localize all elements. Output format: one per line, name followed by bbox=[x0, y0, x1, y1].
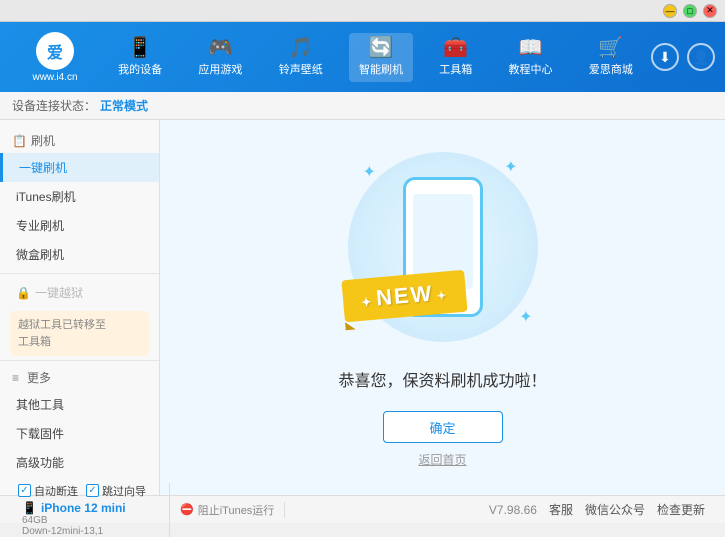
main-layout: 📋 刷机 一键刷机 iTunes刷机 专业刷机 微盒刷机 🔒 一键越狱 越狱工具… bbox=[0, 120, 725, 495]
service-link[interactable]: 客服 bbox=[549, 501, 573, 518]
status-bar: 设备连接状态： 正常模式 bbox=[0, 92, 725, 120]
sparkle-topright: ✦ bbox=[504, 157, 517, 177]
mydevice-icon: 📱 bbox=[128, 38, 153, 58]
minimize-button[interactable]: — bbox=[663, 4, 677, 18]
checkbox-autodisconnect-label: 自动断连 bbox=[34, 483, 78, 499]
nav-toolbox-label: 工具箱 bbox=[439, 61, 472, 77]
nav-smartflash[interactable]: 🔄 智能刷机 bbox=[349, 33, 413, 82]
sidebar: 📋 刷机 一键刷机 iTunes刷机 专业刷机 微盒刷机 🔒 一键越狱 越狱工具… bbox=[0, 120, 160, 495]
stop-itunes-button[interactable]: ⛔ 阻止iTunes运行 bbox=[180, 502, 274, 518]
nav-wallpaper-label: 铃声壁纸 bbox=[279, 61, 323, 77]
logo-icon: 爱 bbox=[36, 32, 74, 70]
bottom-status-area: V7.98.66 客服 微信公众号 检查更新 bbox=[479, 501, 715, 518]
sidebar-item-firmware[interactable]: 下载固件 bbox=[0, 419, 159, 448]
status-label: 设备连接状态： bbox=[12, 97, 96, 114]
stop-icon: ⛔ bbox=[180, 503, 194, 516]
stop-itunes-area: ⛔ 阻止iTunes运行 bbox=[170, 502, 285, 518]
sidebar-item-tools[interactable]: 其他工具 bbox=[0, 390, 159, 419]
logo-text: www.i4.cn bbox=[32, 72, 77, 83]
wechat-link[interactable]: 微信公众号 bbox=[585, 501, 645, 518]
nav-store[interactable]: 🛒 爱思商城 bbox=[579, 33, 643, 82]
sparkle-topleft: ✦ bbox=[363, 162, 376, 182]
checkboxes: ✓ 自动断连 ✓ 跳过向导 bbox=[18, 483, 161, 499]
smartflash-icon: 🔄 bbox=[369, 38, 394, 58]
checkbox-skipwizard[interactable]: ✓ 跳过向导 bbox=[86, 483, 146, 499]
new-text: ✦NEW✦ bbox=[360, 279, 449, 312]
checkbox-skipwizard-label: 跳过向导 bbox=[102, 483, 146, 499]
sidebar-item-jailbreak: 🔒 一键越狱 bbox=[0, 278, 159, 307]
checkbox-autodisconnect[interactable]: ✓ 自动断连 bbox=[18, 483, 78, 499]
nav-mydevice-label: 我的设备 bbox=[118, 61, 162, 77]
sidebar-section-flash: 📋 刷机 bbox=[0, 128, 159, 153]
tutorial-icon: 📖 bbox=[518, 38, 543, 58]
sidebar-item-advanced[interactable]: 高级功能 bbox=[0, 448, 159, 477]
device-model: Down-12mini-13,1 bbox=[22, 526, 161, 537]
apps-icon: 🎮 bbox=[208, 38, 233, 58]
nav-tutorial[interactable]: 📖 教程中心 bbox=[499, 33, 563, 82]
nav-tutorial-label: 教程中心 bbox=[509, 61, 553, 77]
checkbox-skipwizard-box[interactable]: ✓ bbox=[86, 484, 99, 497]
device-info: 📱 iPhone 12 mini 64GB Down-12mini-13,1 bbox=[18, 501, 161, 537]
nav-store-label: 爱思商城 bbox=[589, 61, 633, 77]
title-bar: — □ ✕ bbox=[0, 0, 725, 22]
sidebar-item-itunes[interactable]: iTunes刷机 bbox=[0, 182, 159, 211]
nav-items: 📱 我的设备 🎮 应用游戏 🎵 铃声壁纸 🔄 智能刷机 🧰 工具箱 📖 教程中心… bbox=[100, 33, 651, 82]
nav-mydevice[interactable]: 📱 我的设备 bbox=[108, 33, 172, 82]
device-name: 📱 iPhone 12 mini bbox=[22, 501, 161, 515]
logo-area: 爱 www.i4.cn bbox=[10, 32, 100, 83]
update-link[interactable]: 检查更新 bbox=[657, 501, 705, 518]
back-home-link[interactable]: 返回首页 bbox=[418, 451, 466, 468]
device-details: 64GB bbox=[22, 515, 161, 526]
sidebar-section-more: ≡ 更多 bbox=[0, 365, 159, 390]
sidebar-item-micro[interactable]: 微盒刷机 bbox=[0, 240, 159, 269]
toolbox-icon: 🧰 bbox=[443, 38, 468, 58]
sparkle-bottomright: ✦ bbox=[519, 307, 532, 327]
header: 爱 www.i4.cn 📱 我的设备 🎮 应用游戏 🎵 铃声壁纸 🔄 智能刷机 … bbox=[0, 22, 725, 92]
more-section-icon: ≡ bbox=[12, 371, 19, 385]
version-label: V7.98.66 bbox=[489, 503, 537, 517]
nav-toolbox[interactable]: 🧰 工具箱 bbox=[429, 33, 482, 82]
nav-apps-label: 应用游戏 bbox=[198, 61, 242, 77]
bottom-left-area: ✓ 自动断连 ✓ 跳过向导 📱 iPhone 12 mini 64GB Down… bbox=[10, 483, 170, 537]
content-area: ✦ ✦ ✦ ✦NEW✦ 恭喜您，保资料刷机成功啦！ 确定 返回首页 bbox=[160, 120, 725, 495]
nav-smartflash-label: 智能刷机 bbox=[359, 61, 403, 77]
flash-section-icon: 📋 bbox=[12, 134, 27, 148]
wallpaper-icon: 🎵 bbox=[288, 38, 313, 58]
sidebar-item-pro[interactable]: 专业刷机 bbox=[0, 211, 159, 240]
device-icon: 📱 bbox=[22, 501, 37, 515]
user-button[interactable]: 👤 bbox=[687, 43, 715, 71]
close-button[interactable]: ✕ bbox=[703, 4, 717, 18]
divider-2 bbox=[0, 360, 159, 361]
confirm-button[interactable]: 确定 bbox=[383, 411, 503, 443]
nav-right: ⬇ 👤 bbox=[651, 43, 715, 71]
checkbox-autodisconnect-box[interactable]: ✓ bbox=[18, 484, 31, 497]
download-button[interactable]: ⬇ bbox=[651, 43, 679, 71]
store-icon: 🛒 bbox=[598, 38, 623, 58]
phone-illustration: ✦ ✦ ✦ ✦NEW✦ bbox=[333, 147, 553, 347]
sidebar-note-jailbreak: 越狱工具已转移至工具箱 bbox=[10, 311, 149, 356]
nav-wallpaper[interactable]: 🎵 铃声壁纸 bbox=[269, 33, 333, 82]
status-value: 正常模式 bbox=[100, 97, 148, 114]
bottom-full: ✓ 自动断连 ✓ 跳过向导 📱 iPhone 12 mini 64GB Down… bbox=[10, 483, 715, 537]
sidebar-item-onekey[interactable]: 一键刷机 bbox=[0, 153, 159, 182]
success-message: 恭喜您，保资料刷机成功啦！ bbox=[338, 367, 546, 391]
lock-icon: 🔒 bbox=[16, 286, 31, 300]
divider-1 bbox=[0, 273, 159, 274]
maximize-button[interactable]: □ bbox=[683, 4, 697, 18]
bottom-bar: ✓ 自动断连 ✓ 跳过向导 📱 iPhone 12 mini 64GB Down… bbox=[0, 495, 725, 523]
nav-apps[interactable]: 🎮 应用游戏 bbox=[188, 33, 252, 82]
